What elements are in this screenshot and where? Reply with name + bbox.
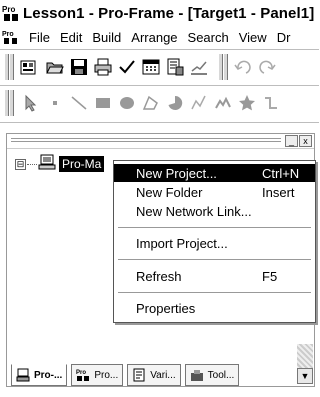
star-icon[interactable] (236, 92, 258, 114)
app-logo-icon: Pro (2, 4, 20, 22)
toolbar-grip[interactable] (9, 54, 14, 80)
calendar-icon[interactable] (140, 56, 162, 78)
menu-edit[interactable]: Edit (55, 30, 87, 45)
menu-file[interactable]: File (24, 30, 55, 45)
check-icon[interactable] (116, 56, 138, 78)
menu-bar: Pro File Edit Build Arrange Search View … (0, 26, 319, 48)
document-menu-icon[interactable]: Pro (2, 29, 20, 45)
redo-icon[interactable] (256, 56, 278, 78)
pointer-icon[interactable] (20, 92, 42, 114)
menu-item-new-network-link[interactable]: New Network Link... (114, 202, 315, 220)
standard-toolbar (0, 50, 319, 84)
menu-item-properties[interactable]: Properties (114, 299, 315, 317)
menu-item-new-project[interactable]: New Project... Ctrl+N (114, 164, 315, 182)
save-icon[interactable] (68, 56, 90, 78)
open-folder-icon[interactable] (44, 56, 66, 78)
drawing-toolbar (0, 86, 319, 120)
title-bar: Pro Lesson1 - Pro-Frame - [Target1 - Pan… (0, 0, 319, 26)
menu-separator (118, 292, 311, 293)
tab-variables[interactable]: Vari... (127, 364, 181, 386)
menu-separator (118, 227, 311, 228)
tab-label: Pro-... (34, 369, 63, 381)
print-icon[interactable] (92, 56, 114, 78)
properties-icon[interactable] (164, 56, 186, 78)
undo-icon[interactable] (232, 56, 254, 78)
collapse-icon[interactable]: ⊟ (15, 158, 26, 170)
menu-item-import-project[interactable]: Import Project... (114, 234, 315, 252)
menu-build[interactable]: Build (87, 30, 126, 45)
menu-draw[interactable]: Dr (272, 30, 296, 45)
menu-view[interactable]: View (234, 30, 272, 45)
pipe-icon[interactable] (260, 92, 282, 114)
variables-icon (132, 368, 146, 382)
line-icon[interactable] (68, 92, 90, 114)
freehand-icon[interactable] (212, 92, 234, 114)
menu-item-refresh[interactable]: Refresh F5 (114, 267, 315, 285)
tree-item-label[interactable]: Pro-Ma (59, 156, 105, 172)
panel-grip[interactable] (11, 141, 281, 142)
menu-search[interactable]: Search (183, 30, 234, 45)
toolbar-grip[interactable] (223, 54, 228, 80)
workspace-tabs: Pro-... Pro Pro... Vari... Tool... (7, 362, 314, 386)
pro-logo-icon: Pro (76, 368, 90, 382)
computer-icon (38, 154, 56, 175)
tab-tools[interactable]: Tool... (184, 364, 240, 386)
tab-label: Pro... (94, 369, 119, 381)
tab-projects[interactable]: Pro-... (11, 364, 68, 386)
ellipse-icon[interactable] (116, 92, 138, 114)
point-icon[interactable] (44, 92, 66, 114)
new-icon[interactable] (18, 56, 40, 78)
panel-header: _ x (7, 134, 314, 149)
computer-icon (16, 368, 30, 382)
polygon-icon[interactable] (140, 92, 162, 114)
panel-grip[interactable] (11, 138, 281, 139)
svg-text:Pro: Pro (76, 370, 86, 376)
toolbar-grip[interactable] (9, 90, 14, 116)
polyline-icon[interactable] (188, 92, 210, 114)
svg-text:Pro: Pro (2, 31, 14, 38)
tab-label: Vari... (150, 369, 176, 381)
tab-label: Tool... (207, 369, 235, 381)
tab-pro[interactable]: Pro Pro... (71, 364, 124, 386)
divider (0, 122, 319, 123)
menu-item-new-folder[interactable]: New Folder Insert (114, 183, 315, 201)
tools-icon (190, 368, 204, 382)
tree-item-root[interactable]: ⊟ Pro-Ma (15, 154, 105, 175)
svg-text:Pro: Pro (2, 5, 15, 14)
chart-line-icon[interactable] (188, 56, 210, 78)
window-title: Lesson1 - Pro-Frame - [Target1 - Panel1] (23, 4, 315, 22)
menu-arrange[interactable]: Arrange (126, 30, 182, 45)
tree-connector (27, 163, 37, 165)
panel-close-button[interactable]: x (299, 135, 312, 147)
context-menu: New Project... Ctrl+N New Folder Insert … (113, 160, 316, 323)
menu-separator (118, 259, 311, 260)
panel-minimize-button[interactable]: _ (285, 135, 298, 147)
rectangle-icon[interactable] (92, 92, 114, 114)
pie-icon[interactable] (164, 92, 186, 114)
